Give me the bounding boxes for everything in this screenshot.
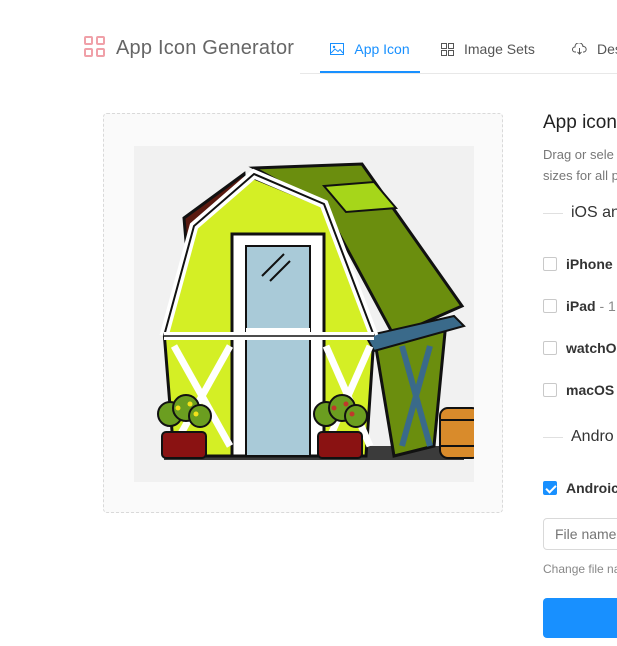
section-android-label: Andro [571, 428, 614, 445]
tab-label: Des [597, 41, 617, 57]
tab-label: Image Sets [464, 41, 535, 57]
checkbox-box[interactable] [543, 341, 557, 355]
panel-description: Drag or sele sizes for all p [543, 144, 617, 186]
checkbox-ipad[interactable]: iPad - 1 [543, 298, 616, 314]
options-panel: App icon Drag or sele sizes for all p [543, 112, 617, 186]
checkbox-label: iPad [566, 298, 596, 314]
checkbox-label: Androic [566, 480, 617, 496]
tab-app-icon[interactable]: App Icon [320, 27, 420, 73]
section-ios-label: iOS an [571, 204, 617, 221]
image-icon [330, 43, 345, 55]
filename-hint: Change file na [543, 562, 617, 576]
generate-button[interactable] [543, 598, 617, 638]
panel-title: App icon [543, 112, 617, 133]
top-nav: App Icon Image Sets Des [300, 27, 617, 74]
checkbox-label: iPhone [566, 256, 613, 272]
filename-input[interactable] [543, 518, 617, 550]
tab-download[interactable]: Des [572, 27, 617, 71]
greenhouse-illustration [157, 162, 481, 460]
checkbox-label: watchO [566, 340, 617, 356]
brand[interactable]: App Icon Generator [84, 36, 294, 60]
checkbox-box[interactable] [543, 257, 557, 271]
panel-desc-line: sizes for all p [543, 168, 617, 183]
icon-preview [134, 146, 481, 482]
app-title: App Icon Generator [116, 36, 295, 59]
section-android: Andro [543, 428, 614, 446]
checkbox-label: macOS [566, 382, 615, 398]
checkbox-watchos[interactable]: watchO [543, 340, 617, 356]
icon-upload-dropzone[interactable] [103, 113, 503, 513]
panel-desc-line: Drag or sele [543, 147, 614, 162]
grid-icon [441, 42, 454, 56]
cloud-download-icon [572, 43, 587, 55]
checkbox-box[interactable] [543, 299, 557, 313]
section-ios: iOS an [543, 204, 617, 222]
checkbox-box[interactable] [543, 383, 557, 397]
app-logo-icon [84, 36, 108, 60]
checkbox-android[interactable]: Androic [543, 480, 617, 496]
checkbox-iphone[interactable]: iPhone [543, 256, 613, 272]
checkbox-macos[interactable]: macOS [543, 382, 614, 398]
tab-label: App Icon [354, 41, 410, 57]
checkbox-box[interactable] [543, 481, 557, 495]
checkbox-extra: - 1 [595, 298, 616, 314]
tab-image-sets[interactable]: Image Sets [441, 27, 535, 71]
